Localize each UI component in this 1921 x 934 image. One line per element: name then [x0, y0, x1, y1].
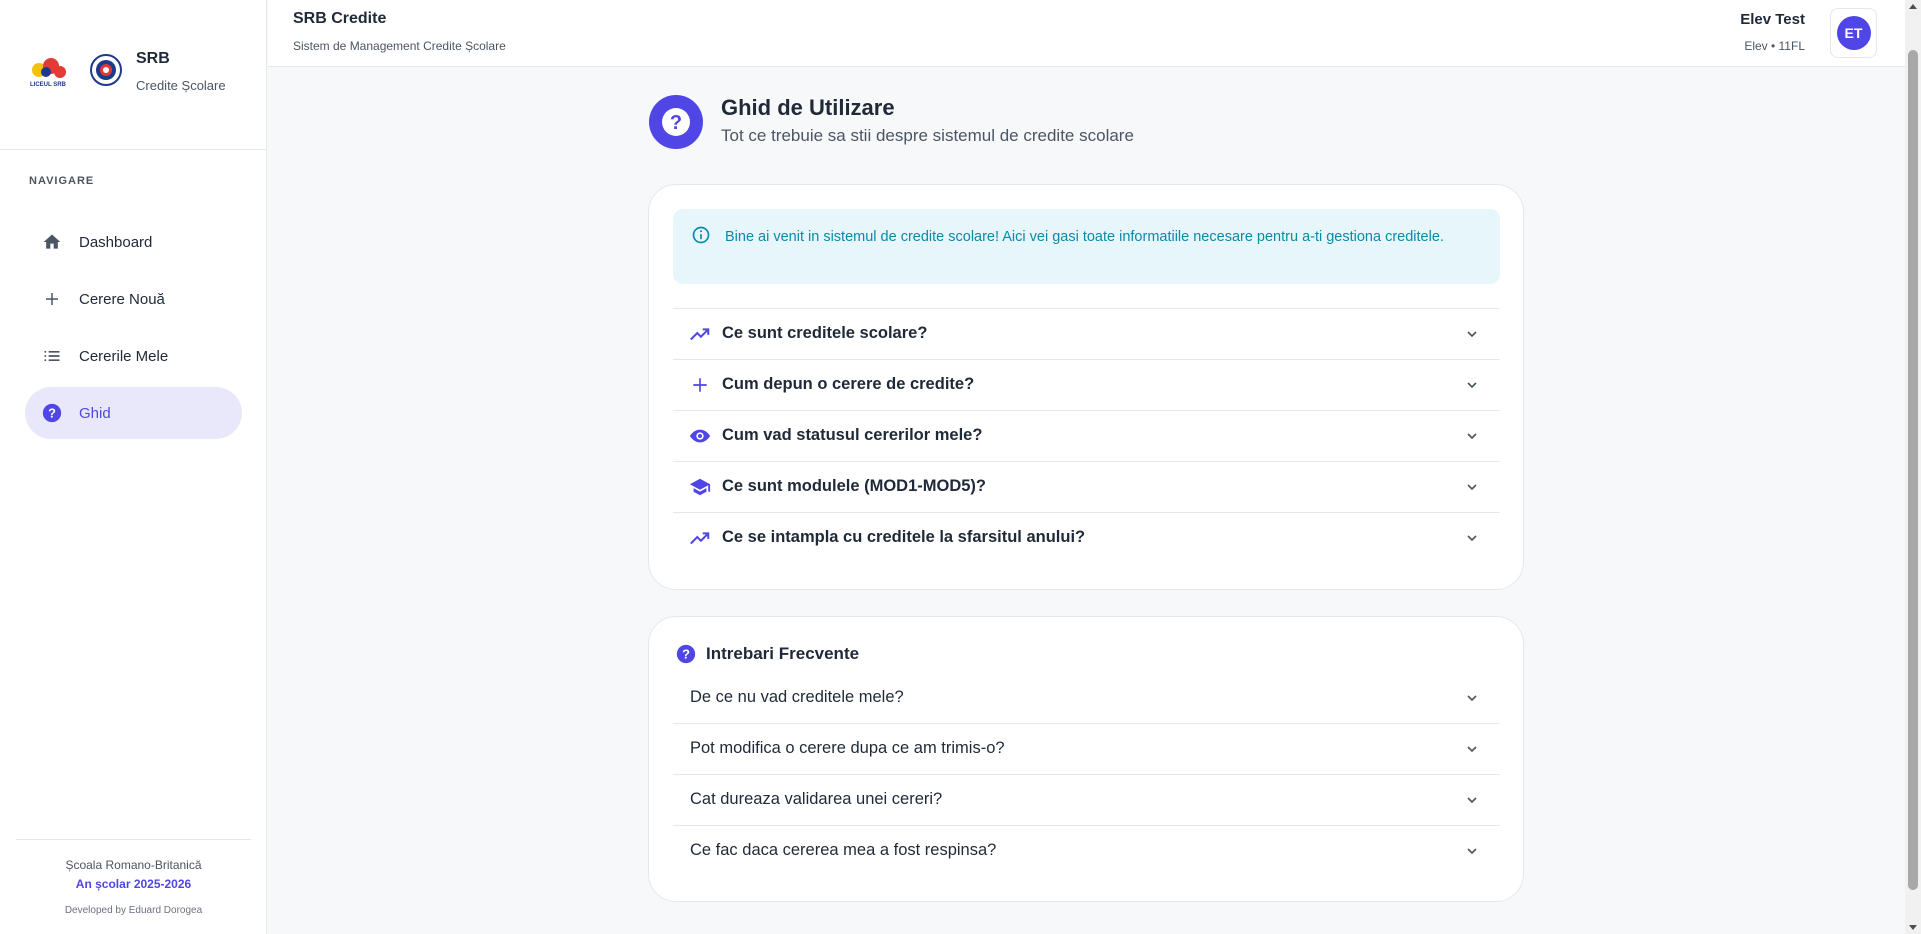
sidebar-item-label: Cerere Nouă [79, 290, 165, 308]
sidebar-item-cererile-mele[interactable]: Cererile Mele [25, 330, 242, 382]
sidebar-item-ghid[interactable]: ? Ghid [25, 387, 242, 439]
app-subtitle: Sistem de Management Credite Școlare [293, 39, 506, 53]
faq-item[interactable]: Ce fac daca cererea mea a fost respinsa? [673, 826, 1500, 877]
faq-card: ? Intrebari Frecvente De ce nu vad credi… [648, 616, 1524, 902]
page-scrollbar[interactable] [1905, 0, 1921, 934]
plus-icon [41, 288, 63, 310]
info-icon [691, 225, 711, 250]
sidebar-item-label: Ghid [79, 404, 111, 422]
app-title: SRB Credite [293, 10, 387, 27]
school-logo: LICEUL SRB [30, 58, 67, 88]
faq-item[interactable]: De ce nu vad creditele mele? [673, 673, 1500, 724]
chevron-down-icon [1467, 433, 1477, 440]
avatar: ET [1836, 16, 1871, 50]
faq-question: Pot modifica o cerere dupa ce am trimis-… [690, 739, 1005, 757]
accordion-item[interactable]: Ce sunt modulele (MOD1-MOD5)? [673, 461, 1500, 512]
school-year: An școlar 2025-2026 [75, 877, 192, 891]
faq-question: Ce fac daca cererea mea a fost respinsa? [690, 841, 997, 859]
trending-up-icon [689, 527, 711, 549]
accordion-item[interactable]: Ce sunt creditele scolare? [673, 308, 1500, 359]
divider [16, 839, 251, 840]
faq-question: Cat dureaza validarea unei cereri? [690, 790, 943, 808]
chevron-down-icon [1467, 331, 1477, 338]
sidebar-item-cerere-noua[interactable]: Cerere Nouă [25, 273, 242, 325]
trending-up-icon [689, 323, 711, 345]
accordion-title: Ce se intampla cu creditele la sfarsitul… [722, 528, 1086, 546]
accordion-title: Ce sunt creditele scolare? [722, 324, 928, 342]
accordion-title: Cum vad statusul cererilor mele? [722, 426, 983, 444]
eye-icon [689, 425, 711, 447]
accordion-item[interactable]: Cum vad statusul cererilor mele? [673, 410, 1500, 461]
list-icon [41, 345, 63, 367]
help-circle-icon: ? [649, 95, 703, 149]
emblem-logo [90, 54, 122, 86]
info-alert: Bine ai venit in sistemul de credite sco… [673, 209, 1500, 284]
page-subtitle: Tot ce trebuie sa stii despre sistemul d… [721, 126, 1134, 145]
user-role: Elev • 11FL [1744, 39, 1805, 53]
svg-text:?: ? [670, 112, 682, 134]
sidebar-item-dashboard[interactable]: Dashboard [25, 216, 242, 268]
school-name: Școala Romano-Britanică [65, 858, 202, 872]
scroll-up-arrow-icon[interactable] [1909, 4, 1917, 9]
chevron-down-icon [1467, 535, 1477, 542]
faq-item[interactable]: Pot modifica o cerere dupa ce am trimis-… [673, 724, 1500, 775]
brand: LICEUL SRB SRB Credite Școlare [0, 0, 267, 150]
svg-text:?: ? [48, 406, 56, 421]
accordion-item[interactable]: Ce se intampla cu creditele la sfarsitul… [673, 512, 1500, 563]
accordion-item[interactable]: Cum depun o cerere de credite? [673, 359, 1500, 410]
chevron-down-icon [1467, 746, 1477, 753]
chevron-down-icon [1467, 695, 1477, 702]
top-header: SRB Credite Sistem de Management Credite… [268, 0, 1905, 67]
graduation-cap-icon [689, 476, 711, 498]
guide-card: Bine ai venit in sistemul de credite sco… [648, 184, 1524, 590]
svg-text:LICEUL SRB: LICEUL SRB [30, 82, 67, 88]
faq-question: De ce nu vad creditele mele? [690, 688, 904, 706]
page-title: Ghid de Utilizare [721, 95, 895, 120]
user-name: Elev Test [1740, 11, 1805, 28]
chevron-down-icon [1467, 848, 1477, 855]
accordion-title: Cum depun o cerere de credite? [722, 375, 975, 393]
home-icon [41, 231, 63, 253]
sidebar: LICEUL SRB SRB Credite Școlare NAVIGARE … [0, 0, 267, 934]
faq-item[interactable]: Cat dureaza validarea unei cereri? [673, 775, 1500, 826]
accordion-title: Ce sunt modulele (MOD1-MOD5)? [722, 477, 987, 495]
nav-heading: NAVIGARE [29, 175, 95, 187]
developer-credit: Developed by Eduard Dorogea [64, 905, 203, 916]
info-alert-text: Bine ai venit in sistemul de credite sco… [725, 229, 1444, 245]
help-circle-icon: ? [41, 402, 63, 424]
sidebar-item-label: Cererile Mele [79, 347, 169, 365]
svg-text:?: ? [682, 647, 690, 662]
sidebar-item-label: Dashboard [79, 233, 153, 251]
chevron-down-icon [1467, 797, 1477, 804]
plus-icon [689, 374, 711, 396]
scroll-down-arrow-icon[interactable] [1909, 925, 1917, 930]
brand-subtitle: Credite Școlare [136, 78, 226, 93]
user-menu-button[interactable]: ET [1830, 8, 1877, 58]
chevron-down-icon [1467, 484, 1477, 491]
help-circle-icon: ? [676, 644, 696, 664]
brand-title: SRB [136, 50, 170, 67]
faq-title: Intrebari Frecvente [706, 644, 860, 663]
scrollbar-thumb[interactable] [1908, 50, 1918, 890]
chevron-down-icon [1467, 382, 1477, 389]
